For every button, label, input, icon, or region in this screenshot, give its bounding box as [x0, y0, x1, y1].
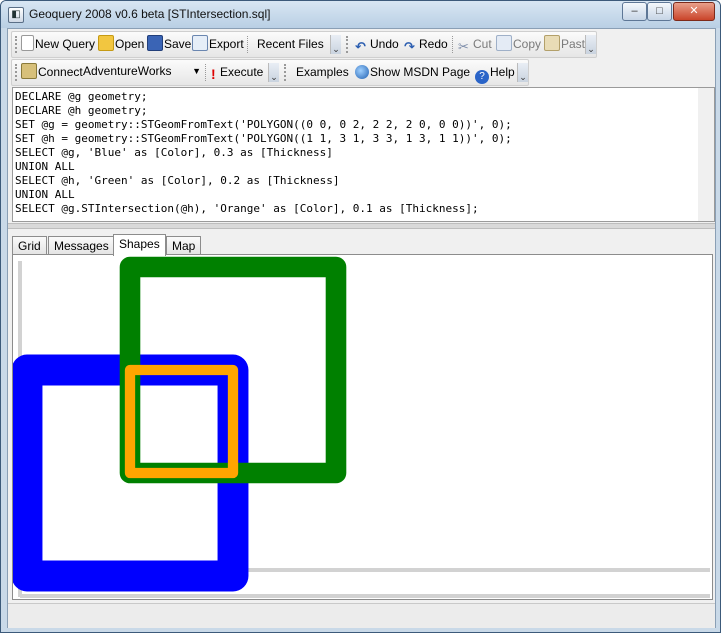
- toolbar-grip[interactable]: [284, 64, 289, 81]
- code-lines: DECLARE @g geometry; DECLARE @h geometry;…: [13, 90, 512, 216]
- toolbar-overflow-chevron-icon[interactable]: ⌄: [330, 35, 341, 54]
- query-toolbar: Connect AdventureWorks ▼ ! Execute ⌄ Exam…: [11, 59, 529, 86]
- tab-messages[interactable]: Messages: [48, 236, 115, 255]
- code-line: SET @h = geometry::STGeomFromText('POLYG…: [15, 132, 512, 145]
- copy-icon: [496, 35, 512, 51]
- main-content: New Query Open Save Export Recent Files …: [7, 28, 716, 628]
- clipboard-icon: [544, 35, 560, 51]
- editor-results-splitter[interactable]: [8, 223, 715, 229]
- tab-shapes[interactable]: Shapes: [113, 234, 166, 256]
- chevron-down-icon: ▼: [192, 66, 201, 76]
- database-select-value: AdventureWorks: [83, 64, 172, 78]
- code-line: SELECT @g, 'Blue' as [Color], 0.3 as [Th…: [15, 146, 333, 159]
- show-msdn-label: Show MSDN Page: [370, 65, 471, 79]
- title-bar[interactable]: ◧ Geoquery 2008 v0.6 beta [STIntersectio…: [1, 1, 720, 28]
- open-button[interactable]: Open: [98, 35, 144, 54]
- folder-icon: [98, 35, 114, 51]
- execute-button[interactable]: ! Execute: [211, 63, 263, 82]
- copy-label: Copy: [513, 37, 542, 51]
- undo-button[interactable]: ↶ Undo: [355, 35, 399, 54]
- shapes-canvas[interactable]: [13, 255, 712, 599]
- shapes-layer: [13, 256, 347, 592]
- floppy-disk-icon: [147, 35, 163, 51]
- toolbar-overflow-chevron-icon[interactable]: ⌄: [268, 63, 279, 82]
- toolbar-overflow-chevron-icon[interactable]: ⌄: [585, 35, 596, 54]
- toolbar-grip[interactable]: [15, 36, 20, 53]
- globe-icon: [355, 65, 369, 79]
- code-line: DECLARE @h geometry;: [15, 104, 148, 117]
- copy-button[interactable]: Copy: [496, 35, 541, 54]
- export-label: Export: [209, 37, 244, 51]
- save-label: Save: [164, 37, 192, 51]
- help-button[interactable]: ? Help: [475, 63, 515, 84]
- recent-files-button[interactable]: Recent Files: [257, 35, 324, 54]
- open-label: Open: [115, 37, 145, 51]
- code-line: SELECT @h, 'Green' as [Color], 0.2 as [T…: [15, 174, 340, 187]
- code-line: UNION ALL: [15, 188, 75, 201]
- window-title: Geoquery 2008 v0.6 beta [STIntersection.…: [29, 7, 271, 21]
- execute-label: Execute: [220, 65, 264, 79]
- redo-label: Redo: [419, 37, 448, 51]
- redo-icon: ↷: [404, 39, 415, 54]
- status-bar: [8, 603, 715, 628]
- editor-vertical-scrollbar[interactable]: [698, 88, 714, 221]
- code-line: SELECT @g.STIntersection(@h), 'Orange' a…: [15, 202, 479, 215]
- tab-grid[interactable]: Grid: [12, 236, 47, 255]
- new-query-button[interactable]: New Query: [21, 35, 95, 54]
- cut-button[interactable]: ✂ Cut: [458, 35, 492, 54]
- help-label: Help: [490, 65, 515, 79]
- connect-button[interactable]: Connect: [21, 63, 83, 82]
- toolbar-separator: [452, 36, 454, 53]
- redo-button[interactable]: ↷ Redo: [404, 35, 448, 54]
- undo-label: Undo: [370, 37, 399, 51]
- connect-label: Connect: [38, 65, 83, 79]
- new-query-label: New Query: [35, 37, 96, 51]
- code-line: UNION ALL: [15, 160, 75, 173]
- save-button[interactable]: Save: [147, 35, 191, 54]
- shapes-panel: [12, 254, 713, 600]
- scissors-icon: ✂: [458, 39, 469, 54]
- examples-button[interactable]: Examples: [296, 63, 349, 82]
- toolbar-grip[interactable]: [346, 36, 351, 53]
- export-icon: [192, 35, 208, 51]
- code-line: DECLARE @g geometry;: [15, 90, 148, 103]
- close-button[interactable]: ✕: [673, 2, 715, 21]
- toolbar-overflow-chevron-icon[interactable]: ⌄: [517, 63, 528, 82]
- export-button[interactable]: Export: [192, 35, 244, 54]
- show-msdn-button[interactable]: Show MSDN Page: [355, 63, 470, 82]
- app-window: ◧ Geoquery 2008 v0.6 beta [STIntersectio…: [0, 0, 721, 633]
- toolbar-separator: [205, 64, 207, 81]
- cut-label: Cut: [473, 37, 492, 51]
- query-editor[interactable]: DECLARE @g geometry; DECLARE @h geometry;…: [12, 87, 715, 222]
- sql-file-icon[interactable]: ◧: [8, 7, 24, 23]
- help-icon: ?: [475, 70, 489, 84]
- exclamation-icon: !: [211, 66, 216, 82]
- new-document-icon: [21, 35, 34, 51]
- database-connect-icon: [21, 63, 37, 79]
- code-line: SET @g = geometry::STGeomFromText('POLYG…: [15, 118, 512, 131]
- undo-icon: ↶: [355, 39, 366, 54]
- database-select[interactable]: AdventureWorks ▼: [83, 63, 203, 80]
- minimize-button[interactable]: –: [622, 2, 647, 21]
- toolbar-grip[interactable]: [15, 64, 20, 81]
- toolbar-separator: [247, 36, 249, 53]
- tab-map[interactable]: Map: [166, 236, 202, 255]
- main-toolbar: New Query Open Save Export Recent Files …: [11, 31, 597, 58]
- maximize-button[interactable]: □: [647, 2, 672, 21]
